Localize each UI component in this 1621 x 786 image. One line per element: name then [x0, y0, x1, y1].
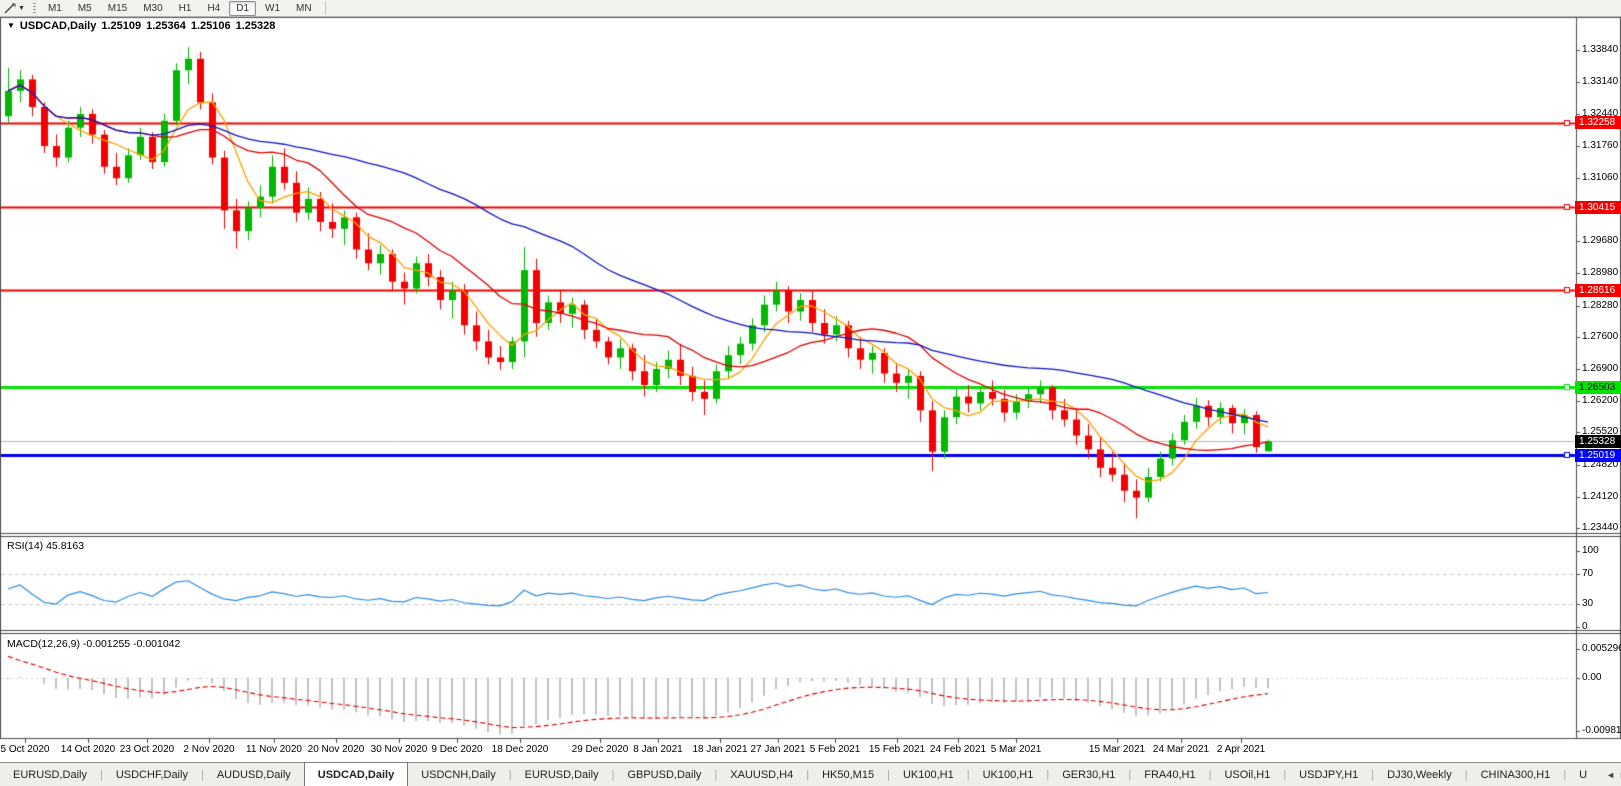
timeframe-button-m5[interactable]: M5 [71, 1, 99, 16]
chart-toolbar: ▼ M1 M5 M15 M30 H1 H4 D1 W1 MN [0, 0, 1621, 17]
tab-scroll-left-button[interactable]: ◄ [1606, 770, 1615, 780]
tab-xauusd-h4[interactable]: XAUUSD,H4 [717, 763, 806, 786]
tab-usdchf-daily[interactable]: USDCHF,Daily [103, 763, 201, 786]
tab-uk100-h1[interactable]: UK100,H1 [970, 763, 1047, 786]
timeframe-button-m15[interactable]: M15 [101, 1, 134, 16]
chevron-down-icon: ▼ [18, 4, 25, 12]
tab-usdcad-daily[interactable]: USDCAD,Daily [303, 762, 409, 786]
tab-scroll-buttons: ◄► [1600, 763, 1621, 786]
tab-u[interactable]: U [1566, 763, 1600, 786]
chart-canvas[interactable] [0, 0, 1621, 786]
tab-audusd-daily[interactable]: AUDUSD,Daily [204, 763, 304, 786]
timeframe-button-group: M1 M5 M15 M30 H1 H4 D1 W1 MN [40, 0, 320, 16]
timeframe-button-m1[interactable]: M1 [41, 1, 69, 16]
tab-usoil-h1[interactable]: USOil,H1 [1211, 763, 1283, 786]
tab-gbpusd-daily[interactable]: GBPUSD,Daily [614, 763, 714, 786]
tab-usdjpy-h1[interactable]: USDJPY,H1 [1286, 763, 1371, 786]
timeframe-button-h1[interactable]: H1 [172, 1, 199, 16]
tab-hk50-m15[interactable]: HK50,M15 [809, 763, 887, 786]
mt4-terminal-window: { "toolbar": { "timeframes": [ {"label":… [0, 0, 1621, 786]
timeframe-button-d1[interactable]: D1 [229, 0, 257, 16]
timeframe-button-m30[interactable]: M30 [136, 1, 169, 16]
crosshair-tool-icon [4, 3, 16, 13]
timeframe-button-mn[interactable]: MN [289, 1, 319, 16]
tab-uk100-h1[interactable]: UK100,H1 [890, 763, 967, 786]
tab-usdcnh-daily[interactable]: USDCNH,Daily [408, 763, 509, 786]
tab-dj30-weekly[interactable]: DJ30,Weekly [1374, 763, 1465, 786]
chart-tab-bar: EURUSD,Daily | USDCHF,Daily | AUDUSD,Daily US… [0, 762, 1621, 786]
tab-eurusd-daily[interactable]: EURUSD,Daily [512, 763, 612, 786]
tab-china300-h1[interactable]: CHINA300,H1 [1468, 763, 1564, 786]
crosshair-tool-button[interactable]: ▼ [0, 0, 29, 16]
tab-ger30-h1[interactable]: GER30,H1 [1049, 763, 1128, 786]
timeframe-button-w1[interactable]: W1 [258, 1, 287, 16]
toolbar-grip [32, 2, 36, 14]
toolbar-separator [324, 2, 326, 14]
timeframe-button-h4[interactable]: H4 [200, 1, 227, 16]
tab-fra40-h1[interactable]: FRA40,H1 [1131, 763, 1208, 786]
tab-eurusd-daily[interactable]: EURUSD,Daily [0, 763, 100, 786]
